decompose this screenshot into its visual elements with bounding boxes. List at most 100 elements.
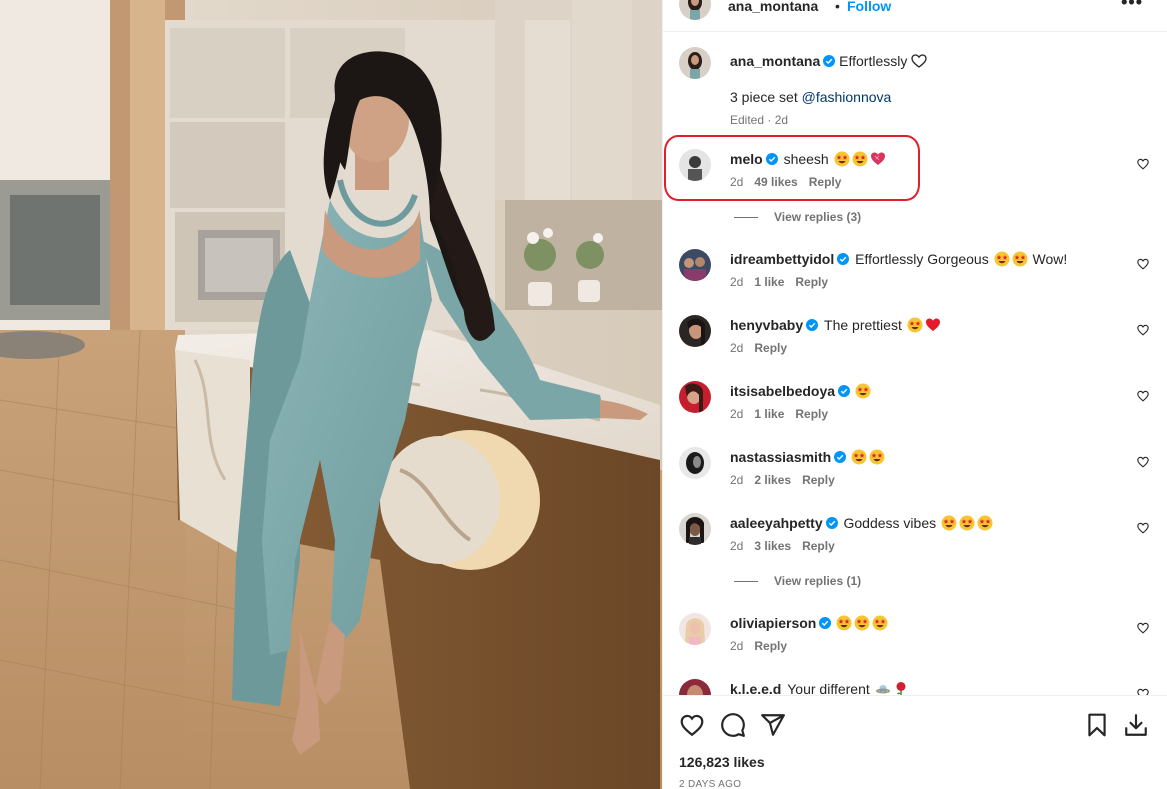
view-replies-button[interactable]: View replies (3): [734, 210, 861, 224]
like-heart-icon[interactable]: [679, 712, 705, 738]
comment-item: itsisabelbedoya 2d 1 like Reply: [679, 381, 1149, 431]
author-username[interactable]: ana_montana: [728, 0, 818, 14]
star-eyes-emoji-icon: [834, 151, 850, 167]
reply-button[interactable]: Reply: [754, 639, 787, 653]
star-eyes-emoji-icon: [941, 515, 957, 531]
commenter-avatar[interactable]: [679, 613, 711, 645]
heart-icon[interactable]: [1137, 456, 1149, 468]
share-icon[interactable]: [760, 712, 786, 738]
comment-username[interactable]: idreambettyidol: [730, 251, 834, 267]
rose-emoji-icon: [896, 682, 906, 695]
heart-icon[interactable]: [1137, 158, 1149, 170]
caption-username[interactable]: ana_montana: [730, 53, 820, 69]
verified-icon: [819, 617, 832, 629]
comment-likes[interactable]: 1 like: [754, 275, 784, 289]
caption-text: Effortlessly: [839, 53, 908, 69]
verified-icon: [837, 253, 850, 265]
comment-text: The prettiest: [824, 317, 902, 333]
commenter-avatar[interactable]: [679, 513, 711, 545]
comment-text: Your different: [787, 681, 870, 695]
heart-icon[interactable]: [1137, 688, 1149, 695]
verified-icon: [823, 55, 836, 67]
comment-likes[interactable]: 49 likes: [754, 175, 797, 189]
comment-username[interactable]: melo: [730, 151, 763, 167]
comment-item: oliviapierson 2d Reply: [679, 613, 1149, 663]
comment-username[interactable]: henyvbaby: [730, 317, 803, 333]
heart-icon[interactable]: [1137, 622, 1149, 634]
heart-icon[interactable]: [1137, 390, 1149, 402]
post-side-panel: ana_montana • Follow ••• ana_montana Eff…: [662, 0, 1167, 789]
comment-age: 2d: [730, 175, 744, 189]
comment-username[interactable]: k.l.e.e.d: [730, 681, 781, 695]
comment-text: Goddess vibes: [843, 515, 937, 531]
star-eyes-emoji-icon: [869, 449, 885, 465]
comment-likes[interactable]: 3 likes: [754, 539, 791, 553]
star-eyes-emoji-icon: [855, 383, 871, 399]
reply-button[interactable]: Reply: [754, 341, 787, 355]
replies-divider: [734, 217, 758, 219]
view-replies-label[interactable]: View replies (1): [774, 574, 861, 588]
verified-icon: [765, 153, 778, 165]
comment-item: aaleeyahpetty Goddess vibes 2d 3 likes Rep…: [679, 513, 1149, 563]
comment-text: sheesh: [783, 151, 829, 167]
reply-button[interactable]: Reply: [795, 275, 828, 289]
ufo-emoji-icon: [875, 685, 890, 694]
comment-age: 2d: [730, 473, 744, 487]
heart-love-emoji-icon: [870, 152, 885, 165]
star-eyes-emoji-icon: [1012, 251, 1028, 267]
download-icon[interactable]: [1123, 712, 1149, 738]
comment-likes[interactable]: 1 like: [754, 407, 784, 421]
bookmark-icon[interactable]: [1084, 712, 1110, 738]
heart-icon[interactable]: [1137, 522, 1149, 534]
comment-username[interactable]: oliviapierson: [730, 615, 816, 631]
red-heart-emoji-icon: [925, 318, 940, 331]
commenter-avatar[interactable]: [679, 315, 711, 347]
comment-age: 2d: [730, 341, 744, 355]
reply-button[interactable]: Reply: [802, 539, 835, 553]
separator-dot: •: [835, 0, 840, 14]
verified-icon: [834, 451, 847, 463]
star-eyes-emoji-icon: [872, 615, 888, 631]
comment-item: idreambettyidol Effortlessly Gorgeous Wo…: [679, 249, 1149, 299]
heart-icon[interactable]: [1137, 258, 1149, 270]
reply-button[interactable]: Reply: [802, 473, 835, 487]
comment-username[interactable]: aaleeyahpetty: [730, 515, 823, 531]
commenter-avatar[interactable]: [679, 149, 711, 181]
commenter-avatar[interactable]: [679, 447, 711, 479]
follow-button[interactable]: Follow: [847, 0, 891, 14]
comment-likes[interactable]: 2 likes: [754, 473, 791, 487]
comment-age: 2d: [730, 407, 744, 421]
photo-illustration: [0, 0, 662, 789]
heart-icon[interactable]: [1137, 324, 1149, 336]
comment-age: 2d: [730, 639, 744, 653]
caption-mention-link[interactable]: @fashionnova: [802, 89, 892, 105]
comment-item: melo sheesh 2d 49 likes Reply: [679, 149, 1149, 199]
author-avatar[interactable]: [679, 0, 711, 20]
reply-button[interactable]: Reply: [809, 175, 842, 189]
more-icon[interactable]: •••: [1121, 0, 1143, 13]
comments-list[interactable]: ana_montana Effortlessly 3 piece set @fa…: [663, 33, 1167, 695]
comment-icon[interactable]: [720, 712, 746, 738]
view-replies-button[interactable]: View replies (1): [734, 574, 861, 588]
star-eyes-emoji-icon: [977, 515, 993, 531]
reply-button[interactable]: Reply: [795, 407, 828, 421]
post-photo[interactable]: [0, 0, 662, 789]
star-eyes-emoji-icon: [959, 515, 975, 531]
commenter-avatar[interactable]: [679, 249, 711, 281]
star-eyes-emoji-icon: [836, 615, 852, 631]
star-eyes-emoji-icon: [854, 615, 870, 631]
caption-meta: Edited · 2d: [730, 113, 789, 127]
likes-count[interactable]: 126,823 likes: [679, 754, 765, 770]
commenter-avatar[interactable]: [679, 679, 711, 695]
comment-username[interactable]: nastassiasmith: [730, 449, 831, 465]
commenter-avatar[interactable]: [679, 381, 711, 413]
comment-text: Effortlessly Gorgeous: [855, 251, 989, 267]
comment-username[interactable]: itsisabelbedoya: [730, 383, 835, 399]
white-heart-emoji-icon: [911, 54, 927, 68]
star-eyes-emoji-icon: [851, 449, 867, 465]
comment-item: nastassiasmith 2d 2 likes Reply: [679, 447, 1149, 497]
view-replies-label[interactable]: View replies (3): [774, 210, 861, 224]
comment-item: k.l.e.e.d Your different: [679, 679, 1149, 695]
caption-line2: 3 piece set: [730, 89, 798, 105]
caption-avatar[interactable]: [679, 47, 711, 79]
